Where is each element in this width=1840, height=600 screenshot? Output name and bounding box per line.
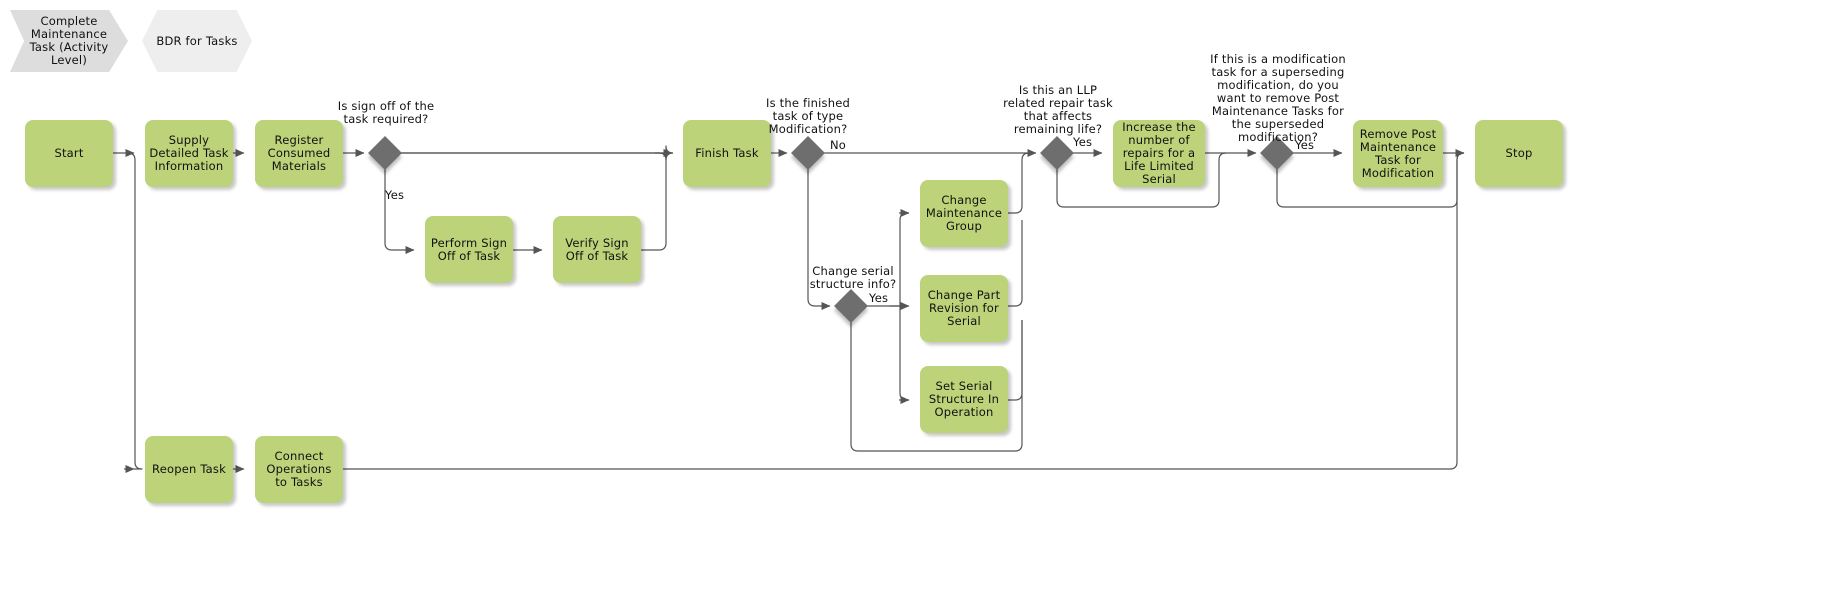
flow-set-structure-merge — [1008, 320, 1023, 401]
gateway-label-llp-related-repair: Is this an LLP related repair task that … — [1003, 83, 1113, 136]
edge-label-serial-structure-yes: Yes — [869, 291, 889, 305]
gateway-sign-off-required[interactable] — [368, 136, 402, 170]
gateway-label-superseding-modification: If this is a modification task for a sup… — [1210, 52, 1346, 144]
pool-label: Complete Maintenance Task (Activity Leve… — [29, 14, 109, 67]
edge-label-sign-off-yes: Yes — [385, 188, 405, 202]
flow-connect-to-stop — [343, 152, 1465, 470]
task-change-part-revision-for-serial[interactable]: Change Part Revision for Serial — [920, 275, 1008, 342]
flow-start-down — [127, 152, 143, 470]
task-reopen-task[interactable]: Reopen Task — [145, 436, 233, 503]
task-change-maintenance-group[interactable]: Change Maintenance Group — [920, 180, 1008, 247]
edge-label-modification-no: No — [830, 138, 847, 152]
task-connect-operations-to-tasks[interactable]: Connect Operations to Tasks — [255, 436, 343, 503]
flow-change-group-merge — [1008, 152, 1030, 214]
task-stop[interactable]: Stop — [1475, 120, 1563, 187]
task-start[interactable]: Start — [25, 120, 113, 187]
task-supply-detailed-task-information[interactable]: Supply Detailed Task Information — [145, 120, 233, 187]
lane-label: BDR for Tasks — [156, 33, 238, 48]
flow-serial-bus-down — [899, 306, 909, 401]
gateway-label-sign-off-required: Is sign off of the task required? — [337, 99, 435, 126]
task-perform-sign-off-of-task[interactable]: Perform Sign Off of Task — [425, 216, 513, 283]
flow-signoff-no-seg — [400, 145, 674, 161]
task-remove-post-maintenance-task[interactable]: Remove Post Maintenance Task for Modific… — [1353, 120, 1443, 187]
gateway-llp-related-repair[interactable] — [1040, 136, 1074, 170]
lane-bdr-for-tasks: BDR for Tasks — [142, 10, 252, 72]
task-verify-sign-off-of-task[interactable]: Verify Sign Off of Task — [553, 216, 641, 283]
pool-complete-maintenance-task: Complete Maintenance Task (Activity Leve… — [10, 10, 128, 72]
task-increase-number-of-repairs[interactable]: Increase the number of repairs for a Lif… — [1113, 120, 1205, 187]
flow-serial-bus-up — [899, 212, 909, 306]
edge-label-superseding-yes: Yes — [1295, 138, 1315, 152]
edge-label-llp-yes: Yes — [1073, 135, 1093, 149]
flow-verify-to-finish — [641, 152, 674, 251]
task-set-serial-structure-in-operation[interactable]: Set Serial Structure In Operation — [920, 366, 1008, 433]
task-register-consumed-materials[interactable]: Register Consumed Materials — [255, 120, 343, 187]
gateway-label-change-serial-structure: Change serial structure info? — [809, 264, 897, 291]
gateway-change-serial-structure[interactable] — [834, 289, 868, 323]
flow-change-part-merge — [1008, 220, 1023, 307]
bpmn-diagram-canvas: Complete Maintenance Task (Activity Leve… — [0, 0, 1840, 600]
gateway-finished-task-modification[interactable] — [791, 136, 825, 170]
flow-signoff-yes-to-perform — [384, 168, 415, 254]
gateway-label-finished-task-modification: Is the finished task of type Modificatio… — [766, 96, 850, 136]
